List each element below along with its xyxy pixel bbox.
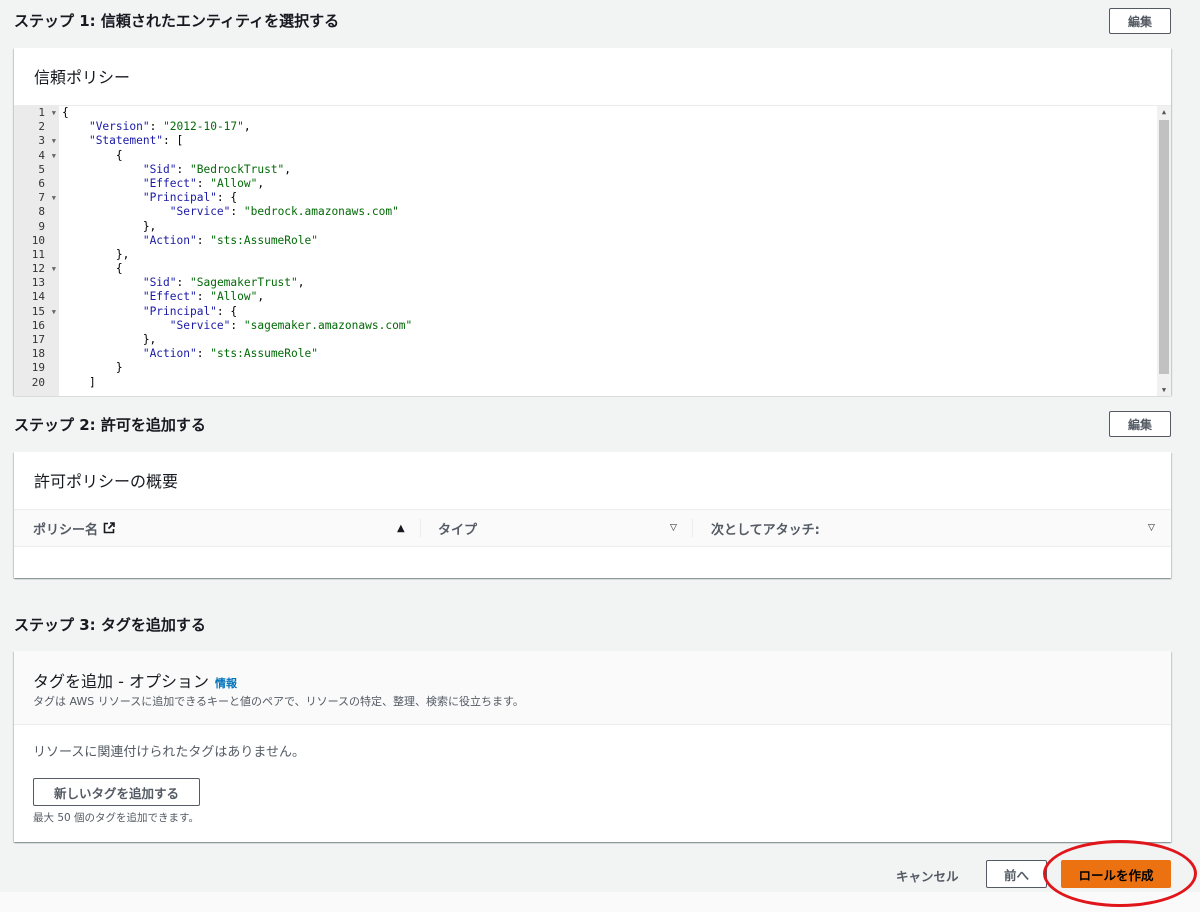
sort-toggle-icon[interactable]: ▽ <box>1148 510 1155 546</box>
info-link[interactable]: 情報 <box>215 675 237 691</box>
line-number: 16 <box>31 318 45 332</box>
code-line: "Principal": { <box>142 191 238 205</box>
tags-title: タグを追加 - オプション <box>33 672 209 691</box>
fold-arrow-icon[interactable]: ▼ <box>52 149 56 163</box>
cancel-button[interactable]: キャンセル <box>896 866 959 885</box>
line-number: 14 <box>31 290 45 304</box>
fold-arrow-icon[interactable]: ▼ <box>52 305 56 319</box>
line-number: 12 ▼ <box>31 262 56 276</box>
code-line: "Service": "bedrock.amazonaws.com" <box>169 205 399 219</box>
code-line: "Principal": { <box>142 304 238 318</box>
code-line: "Effect": "Allow", <box>142 176 265 190</box>
code-line: { <box>62 148 123 162</box>
scroll-thumb[interactable] <box>1159 120 1169 374</box>
code-line: "Statement": [ <box>88 134 184 148</box>
code-line: "Action": "sts:AssumeRole" <box>142 233 318 247</box>
code-line: "Action": "sts:AssumeRole" <box>142 347 318 361</box>
sort-toggle-icon[interactable]: ▽ <box>670 510 677 546</box>
external-link-icon <box>103 522 115 534</box>
line-number-gutter: 1 ▼ 2 3 ▼ 4 ▼ 5 6 7 ▼ 8 9 10 11 12 ▼ 13 14 15 ▼ 16 17 18 19 20 <box>14 106 59 396</box>
tags-panel: タグを追加 - オプション 情報 タグは AWS リソースに追加できるキーと値の… <box>14 651 1171 842</box>
trust-policy-title: 信頼ポリシー <box>34 68 131 87</box>
line-number: 13 <box>31 276 45 290</box>
code-line: } <box>62 361 123 375</box>
tag-limit-text: 最大 50 個のタグを追加できます。 <box>33 812 199 824</box>
column-divider <box>420 519 421 537</box>
line-number: 4 ▼ <box>38 148 56 163</box>
step2-edit-button[interactable]: 編集 <box>1109 411 1171 437</box>
step3-title: ステップ 3: タグを追加する <box>14 616 206 634</box>
line-number: 10 <box>31 233 45 247</box>
column-divider <box>692 519 693 537</box>
line-number: 15 ▼ <box>31 304 56 319</box>
permissions-table-header: ポリシー名 ▲ タイプ ▽ 次としてアタッチ: ▽ <box>14 509 1171 547</box>
sort-ascending-icon[interactable]: ▲ <box>397 510 405 546</box>
trust-policy-editor[interactable]: 1 ▼ 2 3 ▼ 4 ▼ 5 6 7 ▼ 8 9 10 11 12 ▼ 13 14 15 ▼ 16 17 18 19 20 { … <box>14 105 1171 396</box>
code-line: ] <box>62 375 96 389</box>
code-line: }, <box>62 333 157 346</box>
add-tag-button[interactable]: 新しいタグを追加する <box>33 778 200 806</box>
permissions-title: 許可ポリシーの概要 <box>34 472 179 491</box>
tags-title-row: タグを追加 - オプション 情報 <box>33 668 237 692</box>
fold-arrow-icon[interactable]: ▼ <box>52 106 56 120</box>
scroll-down-icon[interactable]: ▼ <box>1157 384 1171 396</box>
line-number: 18 <box>31 347 45 361</box>
line-number: 20 <box>31 375 45 389</box>
code-content[interactable]: { "Version": "2012-10-17", "Statement": … <box>62 106 1155 390</box>
code-line: { <box>62 262 123 276</box>
line-number: 2 <box>38 120 45 134</box>
fold-arrow-icon[interactable]: ▼ <box>52 134 56 148</box>
scroll-up-icon[interactable]: ▲ <box>1157 106 1171 118</box>
line-number: 9 <box>38 219 45 233</box>
code-line: "Service": "sagemaker.amazonaws.com" <box>169 318 413 332</box>
column-type[interactable]: タイプ <box>438 510 477 546</box>
no-tags-text: リソースに関連付けられたタグはありません。 <box>33 745 305 760</box>
step1-title: ステップ 1: 信頼されたエンティティを選択する <box>14 12 340 30</box>
line-number: 17 <box>31 333 45 346</box>
code-line: "Effect": "Allow", <box>142 290 265 304</box>
line-number: 5 <box>38 162 45 176</box>
line-number: 19 <box>31 361 45 375</box>
step2-title: ステップ 2: 許可を追加する <box>14 416 206 434</box>
page-bottom-strip <box>0 892 1200 912</box>
code-line: "Sid": "BedrockTrust", <box>142 162 292 176</box>
editor-scrollbar[interactable]: ▲ ▼ <box>1157 106 1171 396</box>
line-number: 11 <box>31 247 45 261</box>
line-number: 7 ▼ <box>38 191 56 205</box>
tags-panel-header: タグを追加 - オプション 情報 タグは AWS リソースに追加できるキーと値の… <box>14 651 1171 725</box>
code-line: { <box>62 106 69 119</box>
fold-arrow-icon[interactable]: ▼ <box>52 191 56 205</box>
previous-button[interactable]: 前へ <box>986 860 1047 888</box>
column-attached-as[interactable]: 次としてアタッチ: <box>711 510 820 546</box>
code-line: "Sid": "SagemakerTrust", <box>142 276 305 290</box>
tags-description: タグは AWS リソースに追加できるキーと値のペアで、リソースの特定、整理、検索… <box>33 695 524 708</box>
create-role-button[interactable]: ロールを作成 <box>1061 860 1171 888</box>
line-number: 3 ▼ <box>38 134 56 148</box>
column-policy-name[interactable]: ポリシー名 <box>33 510 115 546</box>
code-line: }, <box>62 219 157 233</box>
fold-arrow-icon[interactable]: ▼ <box>52 262 56 276</box>
line-number: 8 <box>38 205 45 219</box>
code-line: }, <box>62 247 130 261</box>
line-number: 1 ▼ <box>38 106 56 120</box>
line-number: 6 <box>38 176 45 190</box>
code-line: "Version": "2012-10-17", <box>88 120 251 134</box>
step1-edit-button[interactable]: 編集 <box>1109 8 1171 34</box>
